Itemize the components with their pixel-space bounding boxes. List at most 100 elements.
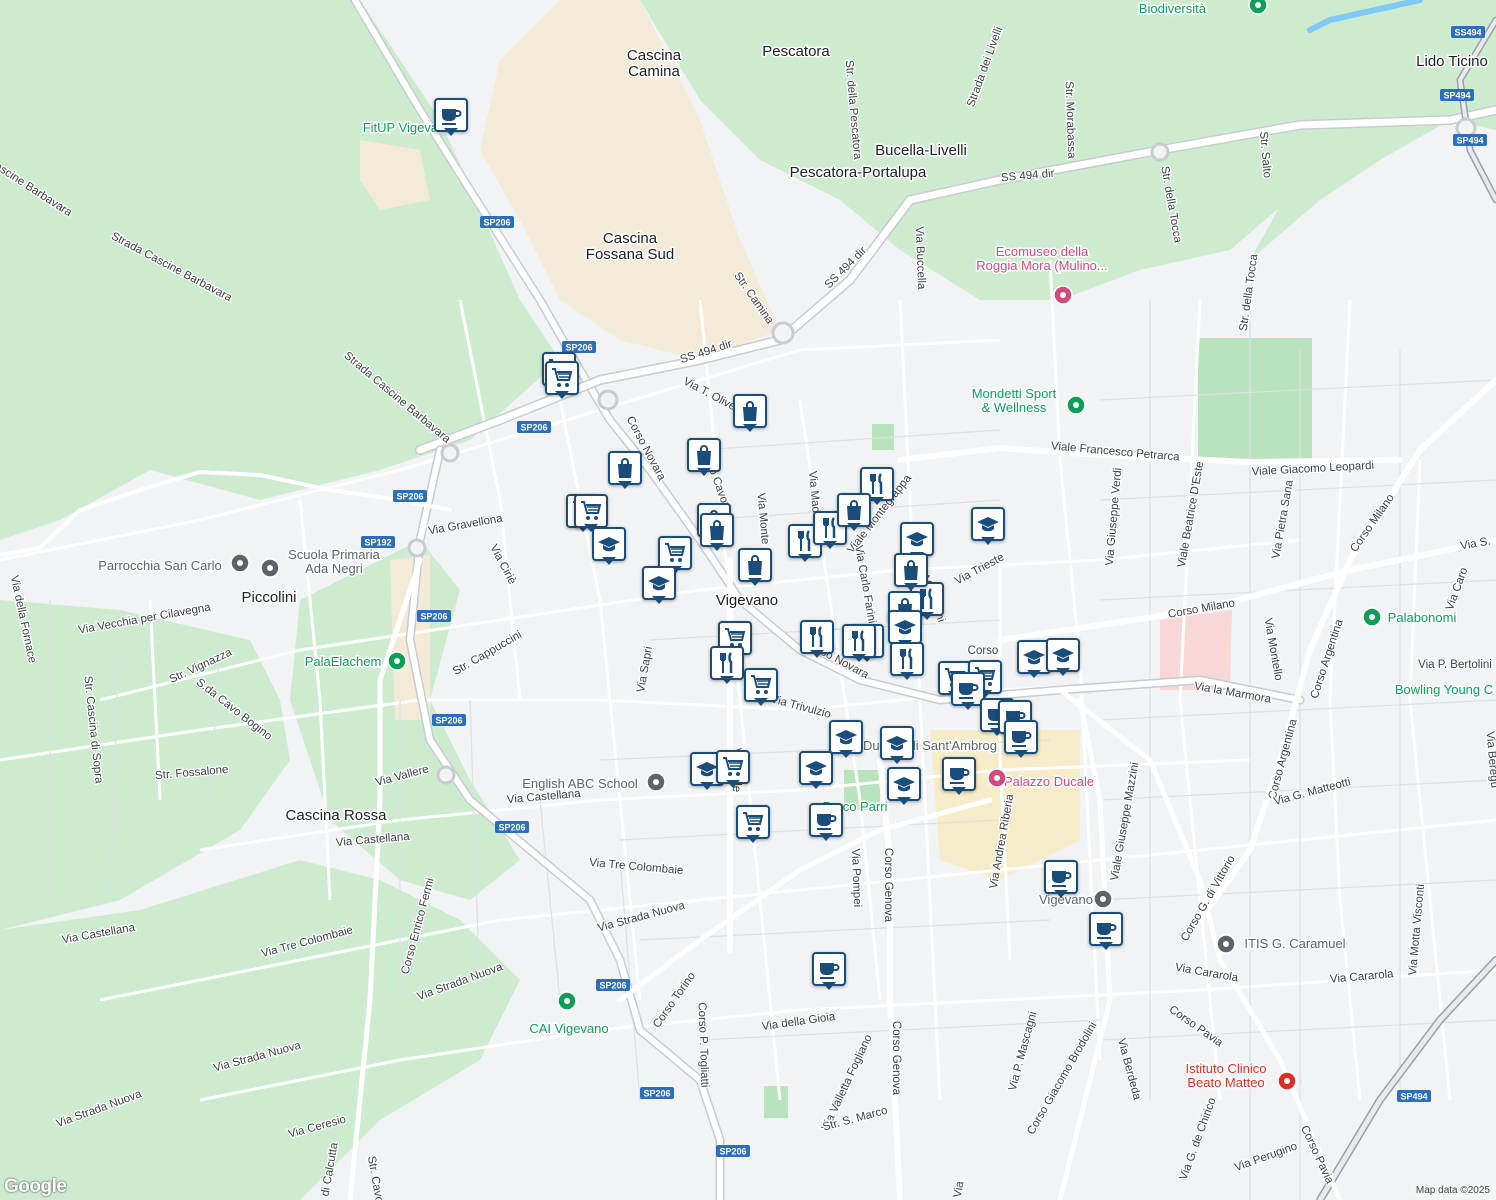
poi-pin-dot [1223,941,1229,947]
school-icon [642,566,676,600]
poi-pin-dot [1060,292,1066,298]
school-marker[interactable] [592,527,626,567]
highway-shield-label: SP206 [565,343,592,353]
grocery-icon [736,805,770,839]
poi-pin-dot [994,775,1000,781]
marker-pointer [652,596,666,604]
cafe-marker[interactable] [809,803,843,843]
restaurant-icon [890,642,924,676]
marker-pointer [1014,750,1028,758]
shopping-marker[interactable] [608,451,642,491]
shopping-marker[interactable] [700,513,734,553]
poi-pin-dot [564,998,570,1004]
school-marker[interactable] [971,507,1005,547]
shopping-marker[interactable] [738,548,772,588]
cafe-marker[interactable] [1089,912,1123,952]
highway-shield-label: SP494 [1456,136,1483,146]
cafe-marker[interactable] [942,757,976,797]
marker-pointer [900,672,914,680]
school-marker[interactable] [799,751,833,791]
restaurant-marker[interactable] [710,646,744,686]
restaurant-marker[interactable] [890,642,924,682]
marker-pointer [748,578,762,586]
place-label-piccolini: Piccolini [241,589,296,606]
shopping-marker[interactable] [894,553,928,593]
school-marker[interactable] [887,767,921,807]
highway-shield-label: SP206 [483,218,510,228]
school-marker[interactable] [880,726,914,766]
restaurant-marker[interactable] [842,624,876,664]
highway-shield-label: SS494 [1454,28,1481,38]
restaurant-marker[interactable] [800,620,834,660]
marker-pointer [810,650,824,658]
marker-pointer [720,676,734,684]
poi-label-palaelachem: PalaElachem [305,654,382,669]
street-label: Corso Genova [882,848,894,923]
poi-label-ecomuseo: Ecomuseo della Roggia Mora (Mulino... [976,244,1108,273]
shopping-icon [608,451,642,485]
marker-pointer [961,702,975,710]
highway-shield-label: SP206 [396,492,423,502]
poi-pin-dot [1369,614,1375,620]
poi-pin-dot [267,565,273,571]
highway-shield-label: SP206 [520,423,547,433]
cafe-icon [1089,912,1123,946]
poi-pin-dot [394,658,400,664]
map-canvas[interactable]: SP206 SP206 SP206 SP206 SP192 SP206 SP206 SP206… [0,0,1496,1200]
poi-pin-dot [237,560,243,566]
school-icon [592,527,626,561]
marker-pointer [743,424,757,432]
cafe-icon [812,952,846,986]
shopping-marker[interactable] [733,394,767,434]
school-icon [888,610,922,644]
cafe-marker[interactable] [434,98,468,138]
poi-pin-dot [1073,402,1079,408]
place-label-vigevano: Vigevano [716,592,778,609]
school-marker[interactable] [829,720,863,760]
highway-shield-label: SP206 [435,716,462,726]
shopping-marker[interactable] [837,493,871,533]
marker-pointer [555,391,569,399]
poi-label-biodiversita: Biodiversità [1139,1,1207,16]
school-marker[interactable] [642,566,676,606]
marker-pointer [710,543,724,551]
map-attribution[interactable]: Map data ©2025 [1409,1184,1496,1197]
shopping-icon [733,394,767,428]
street-label: Corso [968,645,999,657]
grocery-marker[interactable] [736,805,770,845]
school-icon [900,522,934,556]
grocery-marker[interactable] [545,361,579,401]
poi-label-bowling: Bowling Young C [1395,682,1493,697]
street-label: Via P. Bertolini [1418,659,1492,671]
school-icon [799,751,833,785]
grocery-marker[interactable] [744,668,778,708]
school-marker[interactable] [1046,638,1080,678]
shopping-marker[interactable] [687,438,721,478]
marker-pointer [981,537,995,545]
marker-pointer [819,833,833,841]
highway-shield-label: SP206 [420,612,447,622]
cafe-marker[interactable] [1044,860,1078,900]
google-logo: Google [4,1176,67,1197]
marker-pointer [798,554,812,562]
highway-shield-label: SP206 [599,981,626,991]
cafe-icon [809,803,843,837]
cafe-marker[interactable] [1004,720,1038,760]
place-label-bucella-livelli: Bucella-Livelli [875,142,967,159]
marker-pointer [602,557,616,565]
marker-pointer [839,750,853,758]
school-icon [1046,638,1080,672]
place-label-cascina-camina: Cascina Camina [627,47,682,80]
marker-pointer [746,835,760,843]
grocery-marker[interactable] [716,750,750,790]
restaurant-icon [842,624,876,658]
school-icon [887,767,921,801]
school-icon [880,726,914,760]
marker-pointer [1054,890,1068,898]
poi-label-itis: ITIS G. Caramuel [1244,936,1345,951]
poi-label-istituto: Istituto Clinico Beato Matteo [1186,1061,1267,1090]
highway-shield-label: SP206 [498,823,525,833]
cafe-marker[interactable] [812,952,846,992]
marker-pointer [1099,942,1113,950]
marker-pointer [618,481,632,489]
